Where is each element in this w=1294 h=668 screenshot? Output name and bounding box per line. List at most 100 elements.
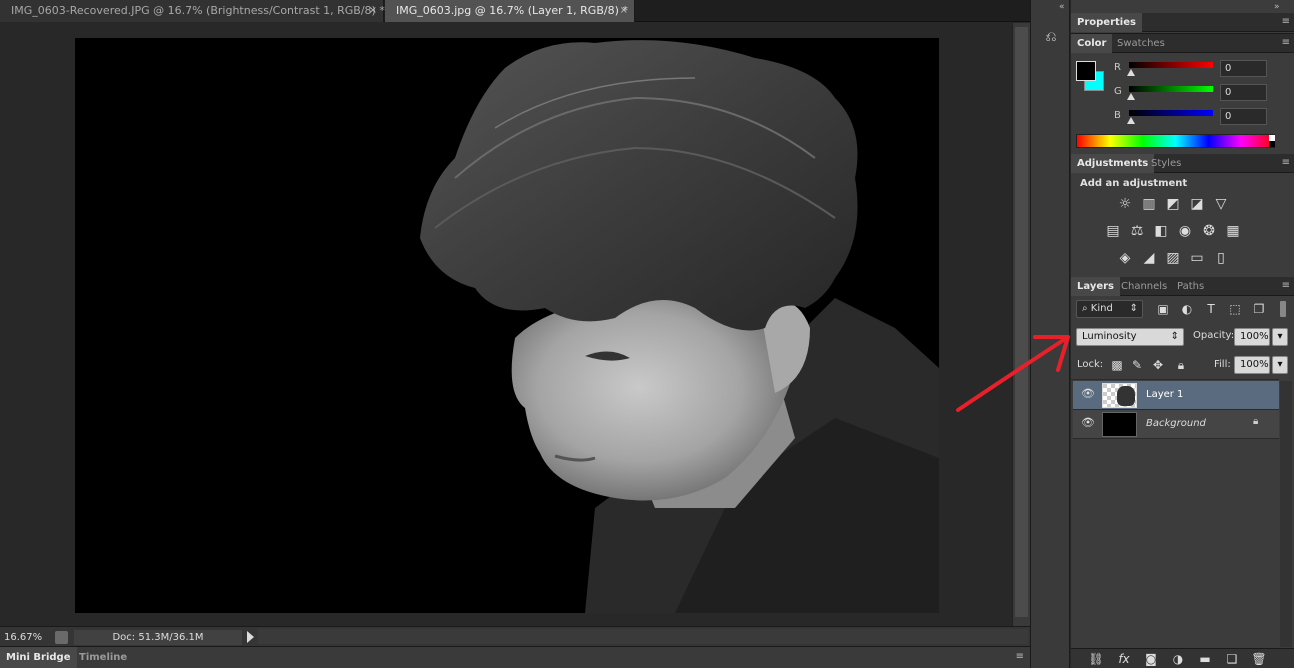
new-adjustment-icon[interactable]: ◑ [1170,651,1186,667]
levels-icon[interactable]: ▥ [1139,194,1159,214]
green-slider[interactable] [1129,86,1213,92]
panel-menu-icon[interactable]: ≡ [1282,280,1290,291]
horizontal-scrollbar[interactable] [258,629,1028,644]
vibrance-icon[interactable]: ▽ [1211,194,1231,214]
threshold-icon[interactable]: ▨ [1163,248,1183,268]
portrait-photo [420,40,939,613]
color-lookup-icon[interactable]: ▦ [1223,221,1243,241]
visibility-eye-icon[interactable]: 👁︎ [1081,387,1095,400]
invert-icon[interactable]: ◈ [1115,248,1135,268]
exposure-icon[interactable]: ◪ [1187,194,1207,214]
tab-properties[interactable]: Properties [1071,13,1142,32]
layers-scrollbar[interactable] [1280,381,1292,647]
black-white-icon[interactable]: ◧ [1151,221,1171,241]
lock-position-icon[interactable]: ✥ [1150,357,1166,373]
status-info-icon[interactable] [55,631,68,644]
photo-filter-icon[interactable]: ◉ [1175,221,1195,241]
tab-styles[interactable]: Styles [1145,154,1187,173]
filter-smart-object-icon[interactable]: ❐ [1251,301,1267,317]
opacity-dropdown-icon[interactable]: ▾ [1272,328,1288,346]
visibility-eye-icon[interactable]: 👁︎ [1081,416,1095,429]
document-tab-active[interactable]: IMG_0603.jpg @ 16.7% (Layer 1, RGB/8) * … [385,0,635,22]
filter-pixel-icon[interactable]: ▣ [1155,301,1171,317]
trash-icon[interactable]: 🗑︎ [1251,651,1267,667]
blend-mode-label: Luminosity [1082,331,1137,342]
tab-paths[interactable]: Paths [1171,277,1210,296]
red-slider-knob[interactable] [1127,69,1135,76]
document-tab-bar: IMG_0603-Recovered.JPG @ 16.7% (Brightne… [0,0,1030,22]
brightness-contrast-icon[interactable]: ☼ [1115,194,1135,214]
zoom-level[interactable]: 16.67% [4,630,50,645]
layer-name[interactable]: Background [1146,418,1206,429]
add-mask-icon[interactable]: ◙ [1143,651,1159,667]
red-value-field[interactable]: 0 [1220,60,1267,77]
layer-row-background[interactable]: 👁︎ Background 🔒︎ [1073,410,1279,439]
panel-menu-icon[interactable]: ≡ [1282,16,1290,27]
panel-menu-icon[interactable]: ≡ [1282,37,1290,48]
tab-adjustments[interactable]: Adjustments [1071,154,1155,173]
foreground-color-swatch[interactable] [1076,61,1096,81]
channel-label-g: G [1114,86,1122,97]
bottom-panel: Mini Bridge Timeline ≡ [0,646,1030,668]
opacity-field[interactable]: 100% [1234,328,1270,346]
blue-value-field[interactable]: 0 [1220,108,1267,125]
panel-menu-icon[interactable]: ≡ [1016,651,1024,662]
fill-dropdown-icon[interactable]: ▾ [1272,356,1288,374]
collapse-arrows-icon[interactable]: « [1059,2,1065,12]
canvas-area[interactable] [0,23,1012,626]
green-slider-knob[interactable] [1127,93,1135,100]
tab-swatches[interactable]: Swatches [1111,34,1171,53]
close-icon[interactable]: × [620,0,628,22]
hue-saturation-icon[interactable]: ▤ [1103,221,1123,241]
layer-filter-kind[interactable]: ⌕ Kind ⇕ [1076,300,1143,318]
status-menu-arrow-icon[interactable] [247,631,254,643]
red-slider[interactable] [1129,62,1213,68]
status-bar: 16.67% Doc: 51.3M/36.1M [0,626,1030,646]
history-icon[interactable]: ⎌ [1041,27,1061,47]
tab-mini-bridge[interactable]: Mini Bridge [0,647,77,668]
layers-footer: ⛓︎ fx ◙ ◑ ▬ ❑ 🗑︎ [1071,648,1294,668]
color-balance-icon[interactable]: ⚖ [1127,221,1147,241]
filter-toggle[interactable] [1280,301,1286,317]
adjustments-panel-body: Add an adjustment ☼ ▥ ◩ ◪ ▽ ▤ ⚖ ◧ ◉ ❂ ▦ … [1071,174,1294,277]
tab-color[interactable]: Color [1071,34,1113,53]
close-icon[interactable]: × [369,0,377,22]
fill-field[interactable]: 100% [1234,356,1270,374]
filter-adjustment-icon[interactable]: ◐ [1179,301,1195,317]
blue-slider-knob[interactable] [1127,117,1135,124]
expand-arrows-icon[interactable]: » [1274,2,1280,12]
tab-layers[interactable]: Layers [1071,277,1120,296]
scroll-thumb[interactable] [1015,27,1028,617]
link-layers-icon[interactable]: ⛓︎ [1088,651,1104,667]
fx-icon[interactable]: fx [1116,651,1132,667]
filter-shape-icon[interactable]: ⬚ [1227,301,1243,317]
new-layer-icon[interactable]: ❑ [1224,651,1240,667]
curves-icon[interactable]: ◩ [1163,194,1183,214]
filter-type-icon[interactable]: T [1203,301,1219,317]
lock-transparent-icon[interactable]: ▩ [1109,357,1125,373]
channel-mixer-icon[interactable]: ❂ [1199,221,1219,241]
green-value-field[interactable]: 0 [1220,84,1267,101]
layer-thumbnail [1102,412,1137,437]
blue-slider[interactable] [1129,110,1213,116]
gradient-map-icon[interactable]: ▯ [1211,248,1231,268]
annotation-arrow [956,335,1070,412]
blend-mode-dropdown[interactable]: Luminosity ⇕ [1076,328,1184,346]
color-spectrum-bar[interactable] [1076,134,1275,148]
adjustments-heading: Add an adjustment [1080,178,1188,189]
layer-name[interactable]: Layer 1 [1146,389,1183,400]
tab-timeline[interactable]: Timeline [73,647,133,668]
lock-all-icon[interactable]: 🔒︎ [1173,357,1189,373]
layer-row-layer-1[interactable]: 👁︎ Layer 1 [1073,381,1279,410]
document-tab-recovered[interactable]: IMG_0603-Recovered.JPG @ 16.7% (Brightne… [0,0,385,22]
posterize-icon[interactable]: ◢ [1139,248,1159,268]
new-group-icon[interactable]: ▬ [1197,651,1213,667]
tab-channels[interactable]: Channels [1115,277,1173,296]
selective-color-icon[interactable]: ▭ [1187,248,1207,268]
lock-image-icon[interactable]: ✎ [1129,357,1145,373]
layers-panel-body: ⌕ Kind ⇕ ▣ ◐ T ⬚ ❐ Luminosity ⇕ Opacity:… [1071,297,1294,647]
document-image[interactable] [75,38,939,613]
updown-icon: ⇕ [1129,303,1138,314]
panel-menu-icon[interactable]: ≡ [1282,157,1290,168]
black-swatch[interactable] [1269,141,1275,147]
